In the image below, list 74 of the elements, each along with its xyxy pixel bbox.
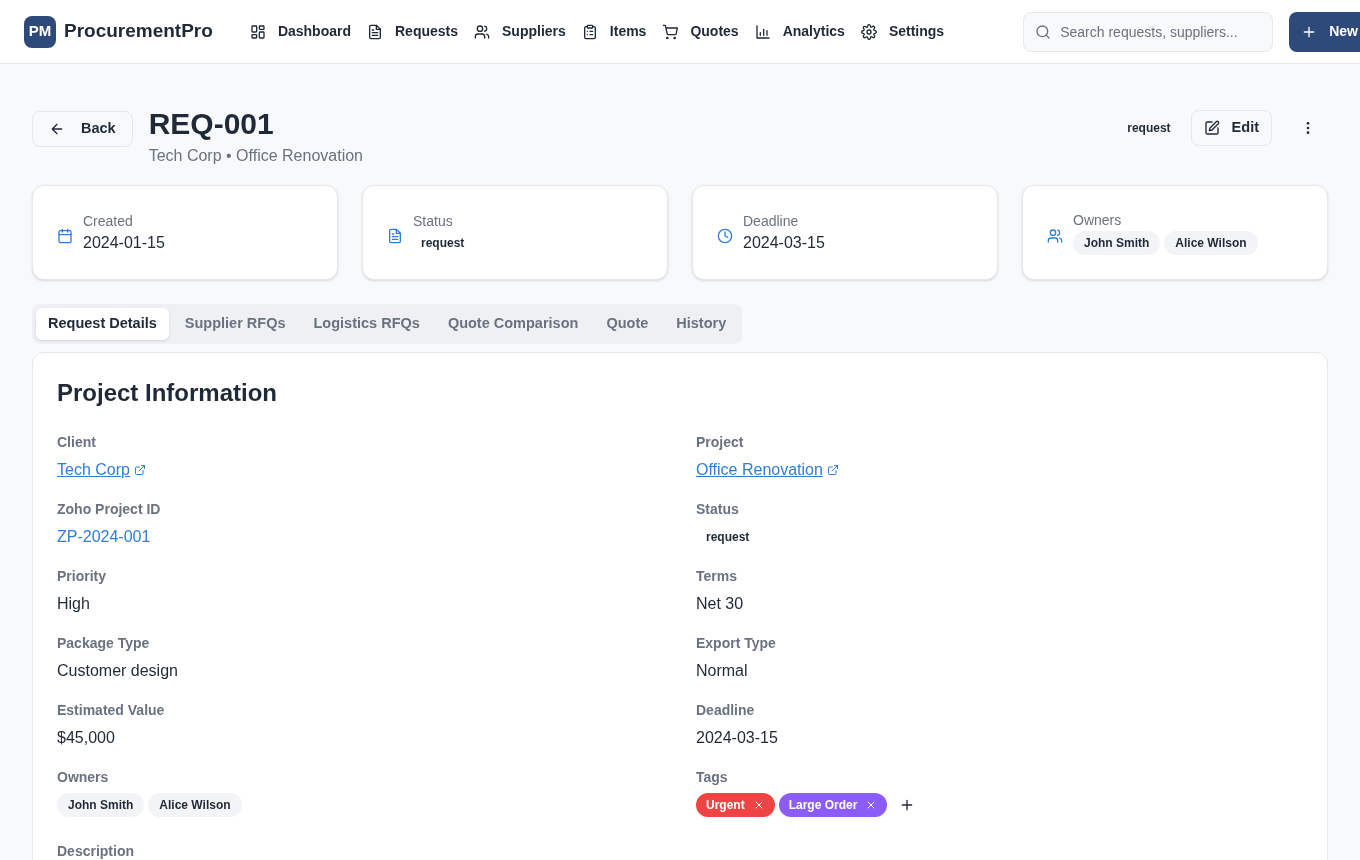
users-icon [474, 23, 491, 40]
field-label: Estimated Value [57, 701, 166, 720]
field-value: ZP-2024-001 [57, 527, 152, 547]
field-value: Customer design [57, 661, 179, 681]
app-name: ProcurementPro [64, 19, 213, 44]
tab[interactable]: Quote Comparison [435, 308, 591, 340]
owner-chip: Alice Wilson [148, 793, 242, 817]
cart-icon [662, 23, 679, 40]
section-title: Project Information [57, 378, 279, 408]
owner-chip: John Smith [1073, 231, 1161, 255]
field-label: Package Type [57, 634, 151, 653]
field-label: Client [57, 433, 97, 452]
owner-chip: Alice Wilson [1164, 231, 1258, 255]
nav-link[interactable]: Suppliers [467, 13, 573, 50]
nav-link[interactable]: Dashboard [242, 13, 358, 50]
external-link-icon [826, 464, 839, 476]
field-label: Zoho Project ID [57, 500, 162, 519]
field-label: Deadline [696, 701, 756, 720]
field-label: Owners [57, 768, 110, 787]
tab[interactable]: Quote [594, 308, 661, 340]
tag: Large Order [778, 793, 888, 817]
field-label: Description [57, 843, 134, 859]
back-button[interactable]: Back [32, 111, 133, 147]
field-label: Project [696, 433, 745, 452]
tab[interactable]: Request Details [36, 308, 169, 340]
status-label: request [1126, 120, 1172, 137]
owner-chip: John Smith [57, 793, 145, 817]
status-label: request [705, 529, 751, 546]
search-field[interactable]: Search requests, suppliers... [1023, 11, 1274, 52]
users-icon [1047, 227, 1063, 244]
edit-button[interactable]: Edit [1190, 110, 1272, 146]
nav-link[interactable]: Items [574, 13, 654, 50]
stat-label: Owners [1073, 211, 1123, 230]
nav-link[interactable]: Analytics [747, 13, 852, 50]
field-label: Export Type [696, 634, 777, 653]
nav-link[interactable]: Requests [360, 13, 466, 50]
field-link[interactable]: Office Renovation [696, 458, 839, 482]
new-button[interactable]: New [1289, 11, 1360, 52]
field-label: Tags [696, 768, 729, 787]
document-icon [387, 227, 403, 244]
edit-icon [1203, 120, 1220, 136]
clipboard-icon [581, 23, 598, 40]
field-label: Terms [696, 567, 738, 586]
bar-chart-icon [754, 23, 771, 40]
field-link[interactable]: Tech Corp [57, 458, 146, 482]
field-label: Status [696, 500, 740, 519]
tag: Urgent [696, 793, 775, 817]
tab[interactable]: Logistics RFQs [301, 308, 432, 340]
stat-label: Created [83, 211, 134, 231]
stat-label: Status [413, 211, 454, 231]
field-value: Normal [696, 661, 749, 681]
field-value: High [57, 594, 91, 614]
external-link-icon [133, 464, 146, 476]
field-label: Priority [57, 567, 107, 586]
stat-label: Deadline [743, 211, 800, 231]
field-value: Net 30 [696, 594, 745, 614]
grid-icon [249, 23, 266, 40]
tab[interactable]: Supplier RFQs [172, 308, 298, 340]
field-value: $45,000 [57, 728, 116, 748]
stat-value: 2024-01-15 [83, 232, 165, 253]
stat-value: 2024-03-15 [743, 232, 825, 253]
tab[interactable]: History [664, 308, 739, 340]
status-label: request [420, 234, 466, 252]
page-subtitle: Tech Corp • Office Renovation [148, 146, 363, 166]
calendar-icon [57, 227, 73, 244]
field-value: 2024-03-15 [696, 728, 779, 748]
page-title: REQ-001 [148, 106, 275, 142]
logo: PM [24, 15, 56, 48]
document-icon [367, 23, 383, 40]
clock-icon [717, 227, 733, 244]
arrow-left-icon [49, 121, 65, 137]
nav-link[interactable]: Quotes [655, 13, 746, 50]
nav-link[interactable]: Settings [853, 13, 952, 50]
settings-icon [860, 23, 877, 40]
